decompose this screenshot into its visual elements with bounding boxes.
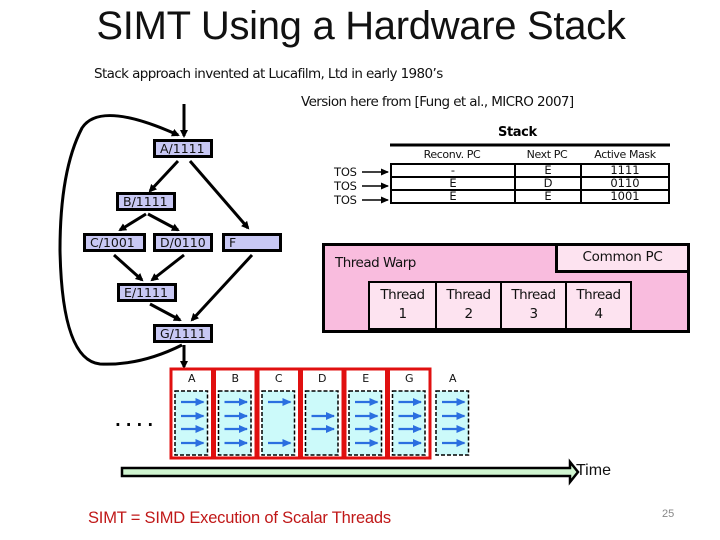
- timeline-divider: [298, 369, 303, 458]
- time-arrow-icon: [120, 458, 580, 486]
- slide: SIMT Using a Hardware Stack Stack approa…: [0, 0, 720, 540]
- timeline-lane-box: [348, 390, 383, 456]
- timeline-lane-box: [304, 390, 339, 456]
- timeline-lane-box: [217, 390, 252, 456]
- footer-caption: SIMT = SIMD Execution of Scalar Threads: [88, 509, 391, 527]
- timeline-lane-box: [261, 390, 296, 456]
- timeline-lane-box: [174, 390, 209, 456]
- timeline-lane-box: [391, 390, 426, 456]
- page-number: 25: [662, 508, 675, 520]
- timeline-divider: [211, 369, 216, 458]
- timeline: [120, 367, 580, 486]
- timeline-lane-box: [435, 390, 470, 456]
- time-label: Time: [576, 462, 611, 479]
